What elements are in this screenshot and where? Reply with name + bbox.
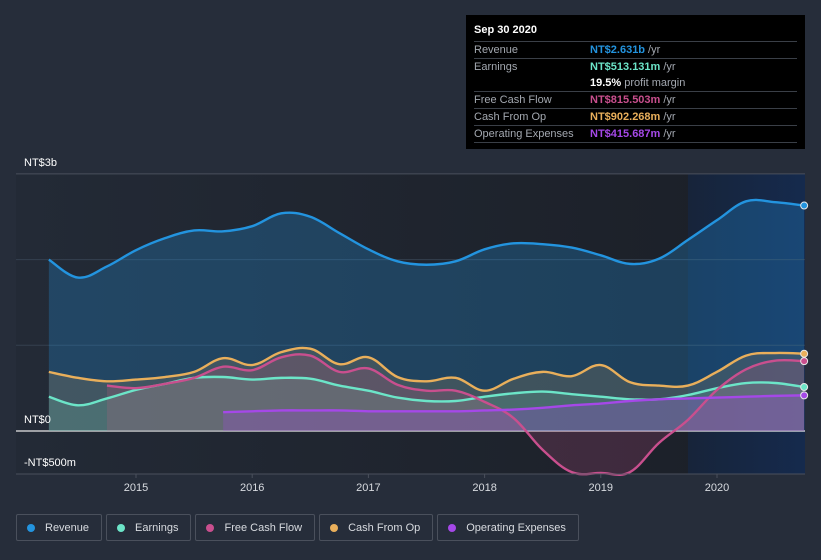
tooltip-row: Operating Expenses NT$415.687m/yr: [474, 125, 797, 142]
x-tick-label: 2020: [705, 482, 729, 494]
free-cash-flow-end-marker[interactable]: [800, 357, 809, 366]
legend-label: Cash From Op: [348, 521, 421, 534]
tooltip-row-unit: /yr: [663, 61, 676, 73]
revenue-end-marker[interactable]: [800, 201, 809, 210]
tooltip-row-label: [474, 75, 590, 91]
legend-dot-icon: [117, 523, 126, 532]
legend-item-cash-from-op[interactable]: Cash From Op: [319, 514, 434, 541]
tooltip-row: Earnings NT$513.131m/yr: [474, 58, 797, 75]
x-tick-label: 2015: [124, 482, 148, 494]
tooltip-row-label: Earnings: [474, 61, 518, 73]
legend-item-free-cash-flow[interactable]: Free Cash Flow: [195, 514, 316, 541]
tooltip-row-label: Operating Expenses: [474, 128, 574, 140]
legend-item-revenue[interactable]: Revenue: [16, 514, 103, 541]
tooltip-row-value: NT$2.631b: [590, 44, 646, 56]
legend-label: Revenue: [45, 521, 90, 534]
legend-label: Earnings: [135, 521, 179, 534]
y-tick-label-top: NT$3b: [24, 157, 57, 169]
tooltip-row: Free Cash Flow NT$815.503m/yr: [474, 91, 797, 108]
tooltip-row-unit: profit margin: [624, 77, 686, 89]
tooltip-row-label: Revenue: [474, 44, 519, 56]
tooltip-row-value: NT$513.131m: [590, 61, 661, 73]
tooltip-row-unit: /yr: [648, 44, 661, 56]
tooltip-row-value: NT$815.503m: [590, 94, 661, 106]
legend-dot-icon: [27, 523, 35, 532]
tooltip-row: Revenue NT$2.631b/yr: [474, 41, 797, 58]
legend-label: Free Cash Flow: [224, 521, 303, 534]
tooltip-row-unit: /yr: [663, 111, 676, 123]
tooltip-row: 19.5% profit margin: [474, 75, 797, 91]
data-tooltip: Sep 30 2020 Revenue NT$2.631b/yr Earnings N…: [466, 15, 805, 149]
tooltip-row: Cash From Op NT$902.268m/yr: [474, 108, 797, 125]
cash-from-op-end-marker[interactable]: [800, 349, 809, 358]
y-tick-label-bottom: -NT$500m: [24, 457, 76, 469]
tooltip-date: Sep 30 2020: [474, 24, 537, 36]
legend-label: Operating Expenses: [466, 521, 566, 534]
x-tick-label: 2017: [356, 482, 380, 494]
legend-dot-icon: [206, 523, 215, 532]
x-tick-label: 2019: [589, 482, 613, 494]
legend-item-earnings[interactable]: Earnings: [106, 514, 192, 541]
chart-legend: Revenue Earnings Free Cash Flow Cash From O…: [16, 514, 579, 541]
legend-dot-icon: [330, 523, 339, 532]
tooltip-row-unit: /yr: [663, 128, 676, 140]
legend-dot-icon: [448, 523, 457, 532]
tooltip-row-value: NT$415.687m: [590, 128, 661, 140]
tooltip-row-label: Cash From Op: [474, 111, 547, 123]
y-tick-label-zero: NT$0: [24, 414, 51, 426]
earnings-end-marker[interactable]: [800, 383, 809, 392]
tooltip-row-value: NT$902.268m: [590, 111, 661, 123]
operating-expenses-end-marker[interactable]: [800, 391, 809, 400]
x-tick-label: 2018: [472, 482, 496, 494]
x-tick-label: 2016: [240, 482, 264, 494]
tooltip-row-unit: /yr: [663, 94, 676, 106]
tooltip-row-value: 19.5%: [590, 77, 622, 89]
tooltip-row-label: Free Cash Flow: [474, 94, 552, 106]
legend-item-operating-expenses[interactable]: Operating Expenses: [437, 514, 579, 541]
